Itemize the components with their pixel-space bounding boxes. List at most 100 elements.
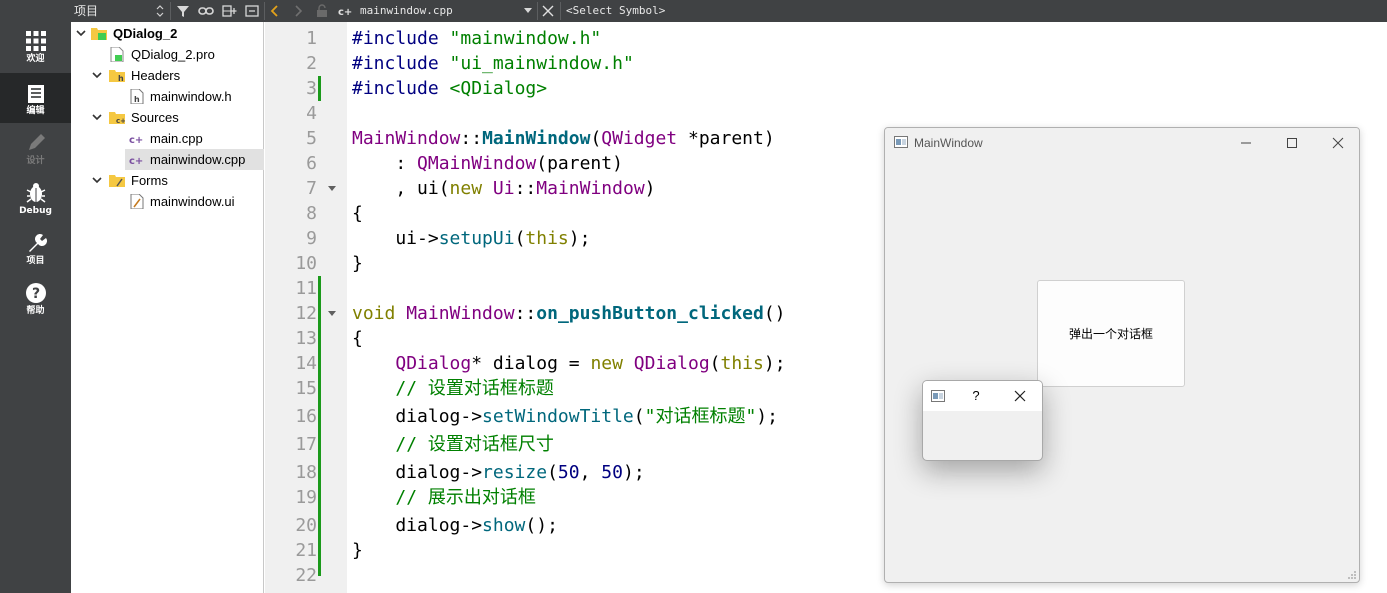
tree-pro-file[interactable]: QDialog_2.pro	[71, 44, 264, 65]
tree-source-file-main[interactable]: c+ main.cpp	[71, 128, 264, 149]
line-number: 6	[306, 153, 317, 174]
tree-pro-file-label: QDialog_2.pro	[131, 47, 215, 62]
tree-headers-folder[interactable]: h Headers	[71, 65, 264, 86]
code-line: MainWindow::MainWindow(QWidget *parent)	[352, 126, 775, 151]
code-token: QDialog	[395, 353, 472, 374]
line-number: 16	[295, 406, 317, 427]
code-token: dialog->	[352, 462, 483, 483]
forward-button[interactable]	[293, 4, 303, 18]
lock-button[interactable]	[316, 4, 328, 18]
link-button[interactable]	[198, 4, 214, 18]
chevron-down-icon[interactable]	[91, 65, 103, 86]
cpp-file-icon: c+	[129, 156, 143, 167]
code-token: "ui_mainwindow.h"	[449, 53, 634, 74]
mode-help[interactable]: ? 帮助	[0, 282, 71, 332]
code-line: // 展示出对话框	[352, 485, 536, 510]
code-token: // 设置对话框标题	[395, 378, 554, 399]
code-token: MainWindow	[406, 303, 515, 324]
code-token: :	[352, 153, 418, 174]
chevron-down-icon[interactable]	[75, 23, 87, 44]
fold-arrow-icon[interactable]	[328, 311, 336, 316]
mode-edit-label: 编辑	[26, 106, 45, 116]
code-token: MainWindow	[482, 128, 591, 149]
fold-arrow-icon[interactable]	[328, 186, 336, 191]
tree-sources-folder[interactable]: c+ Sources	[71, 107, 264, 128]
dialog-help-button[interactable]: ?	[961, 381, 991, 411]
code-line: // 设置对话框标题	[352, 376, 554, 401]
open-dialog-button[interactable]: 弹出一个对话框	[1037, 280, 1185, 387]
collapse-button[interactable]	[245, 4, 259, 18]
close-icon	[542, 5, 554, 17]
code-token: new	[449, 178, 483, 199]
code-token: ();	[525, 515, 558, 536]
svg-text:h: h	[118, 74, 124, 83]
cpp-file-icon: c+	[129, 135, 143, 146]
open-file-name[interactable]: mainwindow.cpp	[360, 0, 453, 22]
forms-folder-icon	[109, 175, 125, 187]
maximize-button[interactable]	[1269, 128, 1315, 158]
pen-icon	[28, 134, 45, 150]
code-token: (	[547, 462, 558, 483]
code-line: , ui(new Ui::MainWindow)	[352, 176, 656, 201]
back-button[interactable]	[270, 4, 280, 18]
code-token: MainWindow	[536, 178, 645, 199]
code-token: void	[352, 303, 396, 324]
popup-dialog[interactable]: ?	[922, 380, 1043, 461]
code-token: "对话框标题"	[644, 406, 757, 427]
main-window-titlebar[interactable]: MainWindow	[885, 128, 1359, 158]
main-window-title: MainWindow	[914, 136, 983, 150]
tree-project-root[interactable]: QDialog_2	[71, 23, 264, 44]
code-token: )	[644, 178, 656, 199]
tree-source-file-mainwindow[interactable]: c+ mainwindow.cpp	[125, 149, 264, 170]
filter-icon	[177, 6, 189, 17]
split-button[interactable]	[222, 4, 238, 18]
link-icon	[198, 7, 214, 15]
close-icon	[1332, 137, 1344, 149]
panel-dropdown[interactable]	[156, 5, 164, 17]
code-line: }	[352, 251, 363, 276]
code-token: );	[763, 353, 786, 374]
code-token: ui->	[352, 228, 439, 249]
file-dropdown[interactable]	[523, 7, 533, 15]
close-button[interactable]	[1315, 128, 1359, 158]
code-token: (	[709, 353, 721, 374]
mode-edit[interactable]: 编辑	[0, 73, 71, 123]
line-number: 12	[295, 303, 317, 324]
svg-text:c+: c+	[116, 117, 125, 125]
tree-form-file[interactable]: mainwindow.ui	[71, 191, 264, 212]
code-line: : QMainWindow(parent)	[352, 151, 623, 176]
dialog-close-button[interactable]	[1005, 381, 1035, 411]
line-number: 14	[295, 353, 317, 374]
main-window[interactable]: MainWindow 弹出一个对话框	[884, 127, 1360, 583]
line-number: 17	[295, 434, 317, 455]
filter-button[interactable]	[176, 4, 190, 18]
tree-forms-folder[interactable]: Forms	[71, 170, 264, 191]
code-token: MainWindow	[352, 128, 461, 149]
header-file-icon: h	[130, 89, 144, 104]
cpp-file-icon: c+	[338, 7, 352, 17]
mode-help-label: 帮助	[26, 306, 45, 316]
editor-gutter: 1 2 3 4 5 6 7 8 9 10 11 12 13 14 15 16 17 18 19 20 21 22	[265, 22, 347, 593]
mode-debug[interactable]: Debug	[0, 182, 71, 232]
mode-design-label: 设计	[26, 156, 45, 166]
symbol-selector[interactable]: <Select Symbol>	[566, 0, 665, 22]
chevron-down-icon[interactable]	[91, 107, 103, 128]
close-file-button[interactable]	[541, 4, 555, 18]
code-token: // 设置对话框尺寸	[395, 434, 554, 455]
code-line: dialog->show();	[352, 513, 558, 538]
tree-header-file[interactable]: h mainwindow.h	[71, 86, 264, 107]
svg-text:h: h	[134, 95, 140, 104]
code-token: setupUi	[438, 228, 515, 249]
help-icon: ?	[25, 283, 46, 303]
mode-design[interactable]: 设计	[0, 132, 71, 182]
dialog-titlebar[interactable]: ?	[923, 381, 1042, 411]
line-number: 5	[306, 128, 317, 149]
code-token: , ui(	[352, 178, 450, 199]
chevron-down-icon[interactable]	[91, 170, 103, 191]
mode-projects[interactable]: 项目	[0, 232, 71, 282]
tree-sources-label: Sources	[131, 110, 179, 125]
resize-grip-icon[interactable]	[1347, 570, 1357, 580]
minimize-button[interactable]	[1223, 128, 1269, 158]
